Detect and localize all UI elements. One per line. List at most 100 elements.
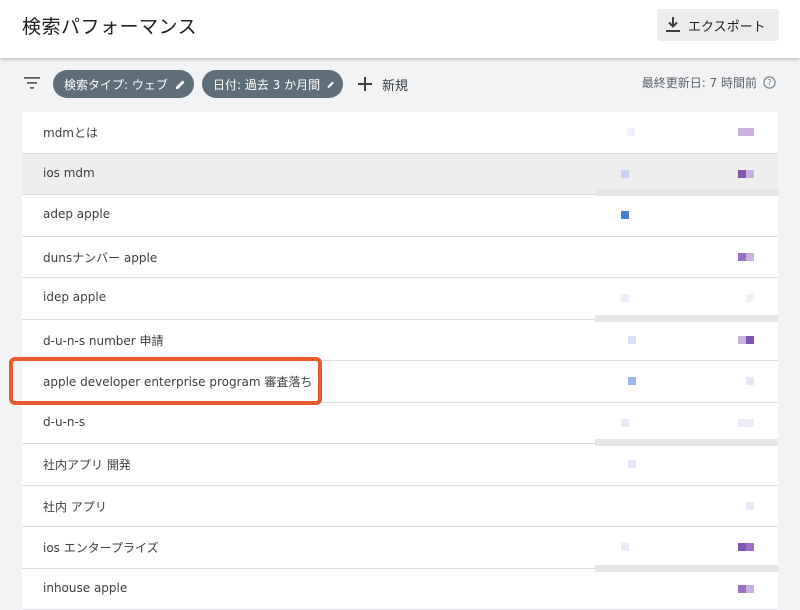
filter-icon[interactable] bbox=[24, 77, 40, 89]
search-type-chip-label: 検索タイプ: ウェブ bbox=[64, 76, 168, 93]
metrics-cells bbox=[595, 112, 778, 153]
export-label: エクスポート bbox=[688, 16, 766, 35]
metrics-cells bbox=[595, 569, 778, 610]
impressions-cell bbox=[687, 154, 778, 195]
impressions-mark bbox=[746, 336, 754, 344]
edit-icon bbox=[175, 79, 186, 90]
impressions-cell bbox=[687, 112, 778, 153]
metrics-cells bbox=[595, 195, 778, 236]
impressions-cell bbox=[687, 527, 778, 568]
section-divider bbox=[595, 565, 778, 572]
impressions-mark bbox=[746, 543, 754, 551]
impressions-cell bbox=[687, 237, 778, 278]
impressions-mark bbox=[738, 128, 746, 136]
metrics-cells bbox=[595, 237, 778, 278]
impressions-cell bbox=[687, 444, 778, 485]
clicks-cell bbox=[595, 403, 686, 444]
impressions-mark bbox=[746, 170, 754, 178]
impressions-mark bbox=[746, 377, 754, 385]
metrics-cells bbox=[595, 320, 778, 361]
table-row[interactable]: inhouse apple bbox=[22, 569, 778, 610]
table-row[interactable]: dunsナンバー apple bbox=[22, 237, 778, 279]
impressions-mark bbox=[738, 253, 746, 261]
add-filter-button[interactable]: 新規 bbox=[358, 72, 408, 96]
clicks-cell bbox=[595, 237, 686, 278]
plus-icon bbox=[358, 77, 372, 91]
impressions-cell bbox=[687, 486, 778, 527]
clicks-mark bbox=[621, 170, 629, 178]
clicks-cell bbox=[595, 320, 686, 361]
query-label: d-u-n-s bbox=[43, 415, 85, 429]
edit-icon bbox=[327, 79, 335, 90]
queries-table: mdmとは ios mdm adep apple bbox=[22, 112, 778, 600]
table-row[interactable]: idep apple bbox=[22, 278, 778, 320]
app-header: 検索パフォーマンス エクスポート bbox=[0, 0, 800, 58]
query-label: ios エンタープライズ bbox=[43, 539, 159, 556]
clicks-mark bbox=[628, 460, 636, 468]
table-row[interactable]: mdmとは bbox=[22, 112, 778, 154]
help-icon[interactable]: ? bbox=[763, 76, 776, 89]
clicks-mark bbox=[621, 294, 629, 302]
clicks-mark bbox=[621, 211, 629, 219]
metrics-cells bbox=[595, 527, 778, 568]
table-row[interactable]: d-u-n-s bbox=[22, 403, 778, 445]
clicks-cell bbox=[595, 527, 686, 568]
section-divider bbox=[595, 439, 778, 446]
impressions-mark bbox=[746, 585, 754, 593]
date-range-chip-label: 日付: 過去 3 か月間 bbox=[213, 76, 320, 93]
impressions-mark bbox=[746, 419, 754, 427]
clicks-cell bbox=[595, 195, 686, 236]
metrics-cells bbox=[595, 444, 778, 485]
clicks-cell bbox=[595, 444, 686, 485]
metrics-cells bbox=[595, 403, 778, 444]
date-range-chip[interactable]: 日付: 過去 3 か月間 bbox=[202, 70, 343, 98]
query-label: 社内 アプリ bbox=[43, 498, 107, 515]
query-label: apple developer enterprise program 審査落ち bbox=[43, 373, 312, 390]
table-row[interactable]: 社内アプリ 開発 bbox=[22, 444, 778, 486]
table-row[interactable]: d-u-n-s number 申請 bbox=[22, 320, 778, 362]
impressions-cell bbox=[687, 320, 778, 361]
export-button[interactable]: エクスポート bbox=[657, 9, 779, 41]
query-label: d-u-n-s number 申請 bbox=[43, 332, 164, 349]
impressions-cell bbox=[687, 569, 778, 610]
impressions-mark bbox=[746, 128, 754, 136]
impressions-mark bbox=[738, 585, 746, 593]
section-divider bbox=[595, 189, 778, 196]
svg-text:?: ? bbox=[767, 79, 772, 89]
clicks-mark bbox=[621, 419, 629, 427]
page-title: 検索パフォーマンス bbox=[22, 12, 197, 39]
impressions-mark bbox=[738, 336, 746, 344]
query-label: ios mdm bbox=[43, 166, 95, 180]
impressions-mark bbox=[738, 543, 746, 551]
clicks-cell bbox=[595, 486, 686, 527]
query-label: inhouse apple bbox=[43, 581, 127, 595]
impressions-mark bbox=[738, 419, 746, 427]
impressions-cell bbox=[687, 195, 778, 236]
query-label: idep apple bbox=[43, 290, 106, 304]
download-icon bbox=[666, 17, 680, 33]
section-divider bbox=[595, 315, 778, 322]
impressions-mark bbox=[746, 253, 754, 261]
metrics-cells bbox=[595, 361, 778, 402]
last-updated: 最終更新日: 7 時間前 ? bbox=[642, 74, 776, 91]
table-row[interactable]: 社内 アプリ bbox=[22, 486, 778, 528]
query-label: dunsナンバー apple bbox=[43, 249, 157, 266]
clicks-mark bbox=[628, 336, 636, 344]
impressions-cell bbox=[687, 361, 778, 402]
clicks-cell bbox=[595, 569, 686, 610]
table-row[interactable]: ios エンタープライズ bbox=[22, 527, 778, 569]
add-filter-label: 新規 bbox=[382, 75, 408, 94]
clicks-cell bbox=[595, 361, 686, 402]
filter-bar: 検索タイプ: ウェブ 日付: 過去 3 か月間 新規 最終更新日: 7 時間前 … bbox=[0, 58, 800, 112]
clicks-cell bbox=[595, 154, 686, 195]
table-row[interactable]: apple developer enterprise program 審査落ち bbox=[22, 361, 778, 403]
query-label: mdmとは bbox=[43, 124, 98, 141]
search-type-chip[interactable]: 検索タイプ: ウェブ bbox=[53, 70, 194, 98]
query-label: adep apple bbox=[43, 207, 110, 221]
clicks-cell bbox=[595, 112, 686, 153]
clicks-mark bbox=[628, 377, 636, 385]
table-row[interactable]: adep apple bbox=[22, 195, 778, 237]
query-label: 社内アプリ 開発 bbox=[43, 456, 131, 473]
last-updated-text: 最終更新日: 7 時間前 bbox=[642, 74, 757, 91]
clicks-mark bbox=[621, 543, 629, 551]
